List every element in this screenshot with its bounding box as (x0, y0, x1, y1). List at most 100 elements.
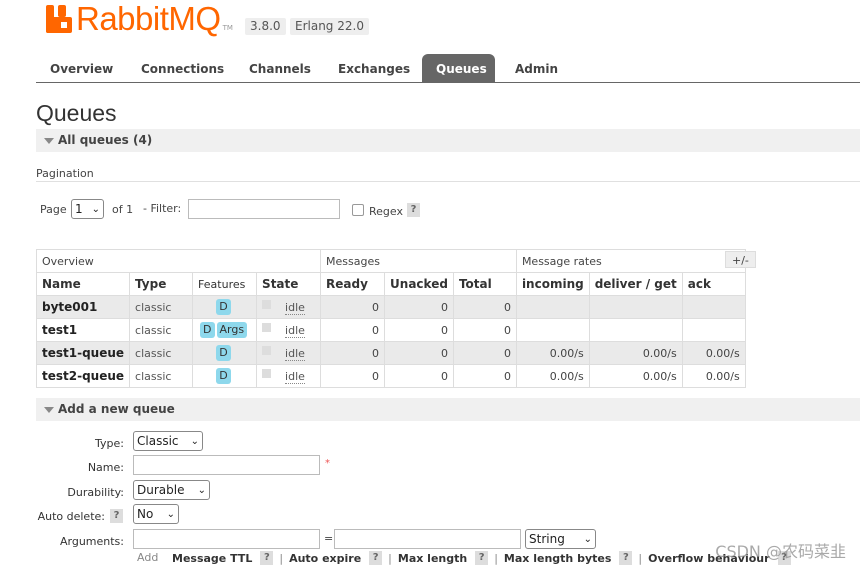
auto-delete-select[interactable]: No ⌄ (133, 504, 179, 524)
separator: | (638, 551, 643, 565)
help-icon[interactable]: ? (369, 551, 383, 565)
required-mark: * (325, 458, 330, 469)
page-of-label: of 1 (112, 203, 134, 216)
table-row[interactable]: test2-queue classic D idle 0 0 0 0.00/s … (35, 364, 746, 388)
separator: | (388, 551, 392, 565)
queue-name-link[interactable]: test2-queue (35, 364, 131, 388)
name-label: Name: (87, 461, 124, 474)
table-row[interactable]: test1-queue classic D idle 0 0 0 0.00/s … (35, 341, 746, 365)
state-text: idle (285, 347, 305, 361)
queue-type: classic (129, 295, 194, 319)
argument-type-select[interactable]: String ⌄ (525, 529, 596, 549)
ready-count: 0 (320, 295, 386, 319)
column-header-ready[interactable]: Ready (320, 272, 386, 296)
page-label: Page (40, 203, 67, 216)
regex-help-icon[interactable]: ? (407, 203, 420, 217)
add-argument-label: Add (137, 551, 159, 564)
column-header-unacked[interactable]: Unacked (384, 272, 454, 296)
state-indicator-icon (262, 323, 272, 332)
unacked-count: 0 (384, 295, 454, 319)
divider (36, 181, 860, 182)
queue-type: classic (129, 364, 194, 388)
erlang-badge: Erlang 22.0 (290, 18, 369, 35)
all-queues-toggle[interactable]: All queues (4) (36, 129, 860, 152)
column-header-deliver-get[interactable]: deliver / get (588, 272, 683, 296)
collapse-triangle-icon (44, 407, 54, 413)
column-toggle-button[interactable]: +/- (725, 251, 756, 268)
help-icon[interactable]: ? (260, 551, 274, 565)
arguments-label: Arguments: (59, 535, 124, 548)
feature-badge-args[interactable]: Args (216, 322, 248, 338)
incoming-rate (515, 318, 590, 342)
ack-rate: 0.00/s (681, 341, 746, 365)
incoming-rate: 0.00/s (515, 341, 590, 365)
queue-name-link[interactable]: test1-queue (35, 341, 131, 365)
durability-value: Durable (137, 483, 185, 497)
arg-link-message-ttl[interactable]: Message TTL (172, 552, 252, 565)
add-queue-toggle[interactable]: Add a new queue (36, 398, 860, 421)
arg-link-max-length-bytes[interactable]: Max length bytes (504, 552, 611, 565)
state-indicator-icon (262, 300, 272, 309)
argument-value-input[interactable] (334, 529, 521, 549)
group-header-overview: Overview (35, 249, 322, 273)
arg-link-max-length[interactable]: Max length (398, 552, 467, 565)
column-header-incoming[interactable]: incoming (515, 272, 590, 296)
rabbit-logo-icon (46, 5, 74, 33)
durability-select[interactable]: Durable ⌄ (133, 480, 210, 500)
column-header-ack[interactable]: ack (681, 272, 746, 296)
tab-admin[interactable]: Admin (501, 54, 572, 82)
all-queues-label: All queues (4) (58, 133, 153, 147)
total-count: 0 (452, 318, 517, 342)
type-label: Type: (95, 437, 124, 450)
watermark: CSDN @农码菜韭 (715, 542, 846, 561)
tab-overview[interactable]: Overview (36, 54, 127, 82)
unacked-count: 0 (384, 364, 454, 388)
tab-exchanges[interactable]: Exchanges (324, 54, 424, 82)
arg-link-auto-expire[interactable]: Auto expire (289, 552, 361, 565)
add-queue-label: Add a new queue (58, 402, 175, 416)
table-row[interactable]: test1 classic D Args idle 0 0 0 (35, 318, 746, 342)
queue-name-link[interactable]: test1 (35, 318, 131, 342)
deliver-rate: 0.00/s (588, 341, 683, 365)
feature-badge-durable: D (216, 299, 231, 315)
logo-text: RabbitMQ (76, 0, 221, 37)
state-indicator-icon (262, 369, 272, 378)
state-text: idle (285, 324, 305, 338)
table-row[interactable]: byte001 classic D idle 0 0 0 (35, 295, 746, 319)
column-header-total[interactable]: Total (452, 272, 517, 296)
column-header-state[interactable]: State (256, 272, 322, 296)
unacked-count: 0 (384, 341, 454, 365)
auto-delete-label: Auto delete: (37, 510, 105, 523)
page-select-value: 1 (75, 202, 83, 216)
total-count: 0 (452, 295, 517, 319)
ack-rate (681, 318, 746, 342)
unacked-count: 0 (384, 318, 454, 342)
column-header-name[interactable]: Name (35, 272, 131, 296)
page-select[interactable]: 1 ⌄ (71, 199, 104, 219)
regex-checkbox[interactable] (352, 204, 364, 216)
column-header-type[interactable]: Type (129, 272, 194, 296)
tab-channels[interactable]: Channels (235, 54, 325, 82)
queues-table: Overview Messages Message rates Name Typ… (35, 249, 746, 388)
argument-key-input[interactable] (133, 529, 320, 549)
state-indicator-icon (262, 346, 272, 355)
feature-badge-durable: D (200, 322, 215, 338)
rabbitmq-logo[interactable]: RabbitMQ TM (46, 2, 233, 36)
queue-name-link[interactable]: byte001 (35, 295, 131, 319)
incoming-rate (515, 295, 590, 319)
queue-type-select[interactable]: Classic ⌄ (133, 431, 203, 451)
logo-trademark: TM (222, 24, 233, 32)
filter-input[interactable] (188, 199, 340, 219)
feature-badge-durable: D (216, 368, 231, 384)
feature-badge-durable: D (216, 345, 231, 361)
queue-name-input[interactable] (133, 455, 320, 475)
tab-connections[interactable]: Connections (127, 54, 238, 82)
help-icon[interactable]: ? (619, 551, 633, 565)
tab-queues[interactable]: Queues (422, 54, 495, 82)
queue-type-value: Classic (137, 434, 179, 448)
state-text: idle (285, 370, 305, 384)
help-icon[interactable]: ? (475, 551, 489, 565)
auto-delete-help-icon[interactable]: ? (110, 509, 123, 523)
column-header-features: Features (192, 272, 258, 296)
argument-shortcuts: Message TTL ? | Auto expire ? | Max leng… (172, 551, 791, 565)
